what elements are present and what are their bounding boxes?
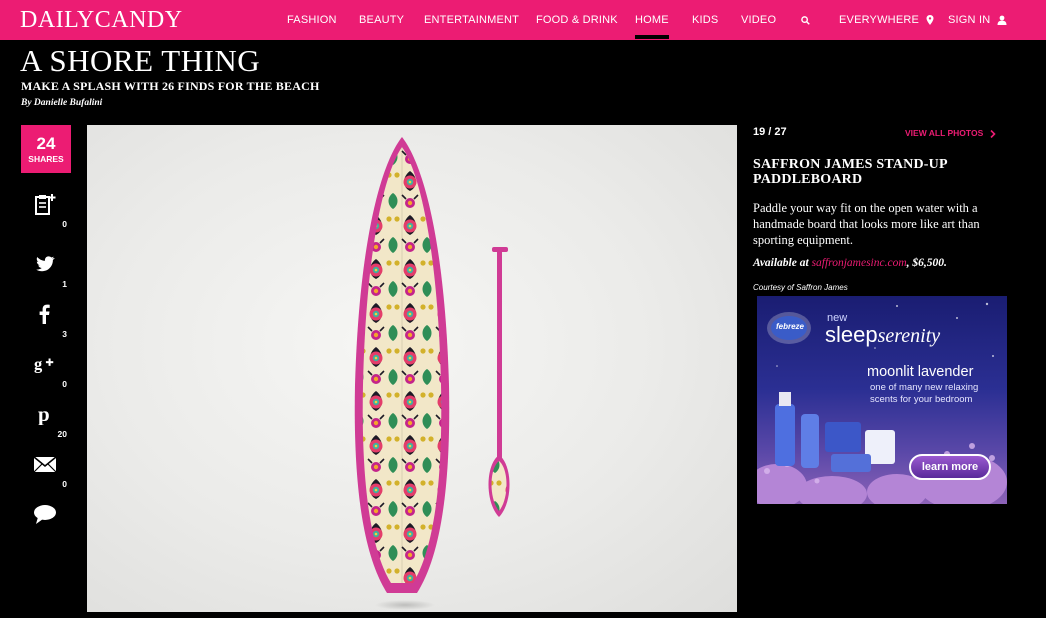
ad-tagline-2: scents for your bedroom [870,394,973,405]
map-pin-icon [926,15,934,26]
article-title: A SHORE THING [20,43,261,78]
comment-button[interactable] [21,503,67,553]
share-email-button[interactable]: 0 [21,453,67,503]
user-icon [997,15,1007,26]
article-byline: By Danielle Bufalini [21,98,103,108]
share-pinterest-button[interactable]: p 20 [21,403,67,453]
share-google-plus-button[interactable]: g 0 [21,353,67,403]
photo-credit: Courtesy of Saffron James [753,283,848,292]
nav-video[interactable]: VIDEO [741,0,776,40]
ad-product-line-b: serenity [877,325,941,347]
gallery-item-description: Paddle your way fit on the open water wi… [753,201,980,247]
availability-line: Available at saffronjamesinc.com, $6,500… [753,257,947,269]
ad-headline: moonlit lavender [867,364,974,380]
view-all-photos-link[interactable]: VIEW ALL PHOTOS [905,128,996,138]
svg-text:g: g [34,355,43,374]
pinterest-icon: p [38,403,50,425]
search-icon [801,15,810,25]
ad-brand-logo: febreze [775,322,804,331]
advertisement[interactable]: febreze new sleepserenity moonlit lavend… [757,296,1007,504]
email-icon [33,456,57,473]
sign-in-label: SIGN IN [948,14,991,26]
top-nav-bar: DAILYCANDY FASHION BEAUTY ENTERTAINMENT … [0,0,1046,40]
nav-home[interactable]: HOME [635,0,669,40]
comment-icon [34,505,56,524]
nav-fashion[interactable]: FASHION [287,0,337,40]
gallery-item-title: SAFFRON JAMES STAND-UP PADDLEBOARD [753,157,947,187]
ad-product-line-a: sleep [825,322,878,347]
availability-price: , $6,500. [906,257,947,269]
nav-search-button[interactable] [801,0,810,40]
gallery-photo[interactable] [87,125,737,612]
share-count-badge: 24 SHARES [21,125,71,173]
share-facebook-button[interactable]: 3 [21,303,67,353]
share-total: 24 [36,134,56,153]
availability-prefix: Available at [753,257,809,269]
retailer-link[interactable]: saffronjamesinc.com [812,257,907,269]
share-clipboard-button[interactable]: 0 [21,193,67,243]
clipboard-add-icon [35,194,56,215]
nav-entertainment[interactable]: ENTERTAINMENT [424,0,519,40]
article-subtitle: MAKE A SPLASH WITH 26 FINDS FOR THE BEAC… [21,79,320,93]
nav-location[interactable]: EVERYWHERE [839,0,934,40]
chevron-right-icon [990,129,996,138]
ad-product-line: sleepserenity [825,322,940,348]
gallery-counter: 19 / 27 [753,126,787,138]
paddleboard-image [354,137,510,610]
share-facebook-count: 3 [62,329,67,339]
share-total-label: SHARES [28,154,64,164]
ad-tagline-1: one of many new relaxing [870,382,979,393]
share-twitter-count: 1 [62,279,67,289]
ad-learn-more-button[interactable]: learn more [909,454,991,480]
nav-food-drink[interactable]: FOOD & DRINK [536,0,618,40]
twitter-icon [36,256,55,272]
facebook-icon [39,304,50,324]
google-plus-icon: g [34,355,54,374]
share-twitter-button[interactable]: 1 [21,253,67,303]
nav-location-label: EVERYWHERE [839,14,920,26]
sign-in-button[interactable]: SIGN IN [948,0,1007,40]
share-pinterest-count: 20 [57,429,67,439]
nav-beauty[interactable]: BEAUTY [359,0,404,40]
share-google-plus-count: 0 [62,379,67,389]
site-logo[interactable]: DAILYCANDY [20,8,183,32]
share-clipboard-count: 0 [62,219,67,229]
svg-text:p: p [38,403,50,425]
share-email-count: 0 [62,479,67,489]
view-all-photos-label: VIEW ALL PHOTOS [905,128,984,138]
nav-kids[interactable]: KIDS [692,0,718,40]
